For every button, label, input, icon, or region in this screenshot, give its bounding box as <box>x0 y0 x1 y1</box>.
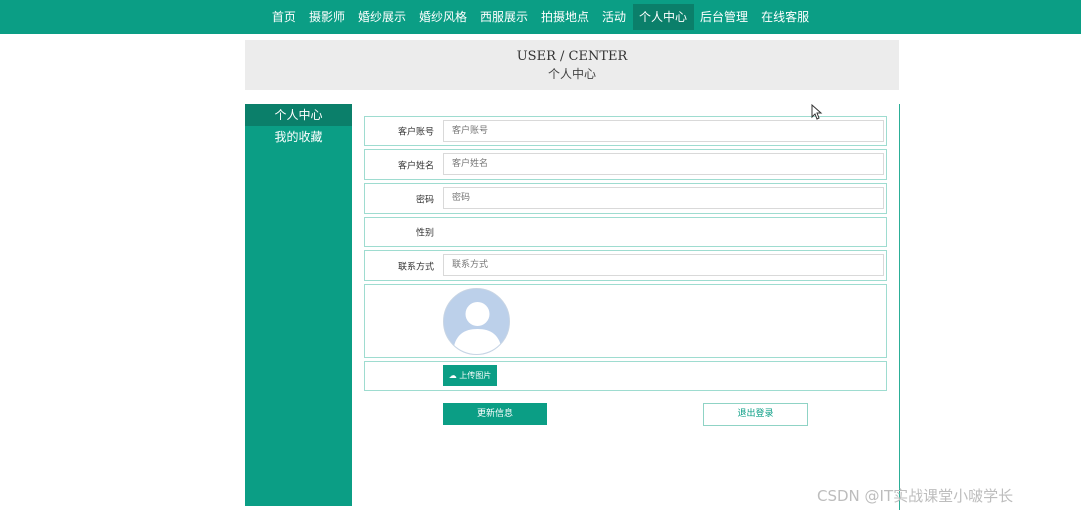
account-label: 客户账号 <box>397 127 434 138</box>
sidebar-item-favorites[interactable]: 我的收藏 <box>245 126 352 148</box>
contact-label: 联系方式 <box>397 262 434 272</box>
nav-item-home[interactable]: 首页 <box>265 4 302 30</box>
nav-item-online-service[interactable]: 在线客服 <box>755 4 816 30</box>
password-label: 密码 <box>415 195 434 205</box>
logout-button[interactable]: 退出登录 <box>703 403 808 426</box>
cloud-upload-icon: ☁ <box>448 371 457 380</box>
nav-item-admin[interactable]: 后台管理 <box>694 4 755 30</box>
upload-image-button[interactable]: ☁ 上传图片 <box>443 365 497 386</box>
user-avatar-icon[interactable] <box>443 288 510 355</box>
banner-title-en: USER / CENTER <box>516 49 628 64</box>
nav-item-user-center[interactable]: 个人中心 <box>632 4 694 30</box>
gender-label: 性别 <box>415 228 434 239</box>
page-banner: USER / CENTER 个人中心 <box>245 40 899 90</box>
nav-item-suit-display[interactable]: 西服展示 <box>473 4 534 30</box>
sidebar: 个人中心 我的收藏 <box>245 104 352 506</box>
upload-label: 上传图片 <box>459 371 492 380</box>
nav-item-dress-style[interactable]: 婚纱风格 <box>412 4 473 30</box>
nav-item-dress-display[interactable]: 婚纱展示 <box>351 4 412 30</box>
nav-item-activity[interactable]: 活动 <box>596 4 633 30</box>
nav-list: 首页 摄影师 婚纱展示 婚纱风格 西服展示 拍摄地点 活动 个人中心 后台管理 … <box>0 0 1081 34</box>
password-input[interactable] <box>443 187 884 209</box>
form-row-contact: 联系方式 <box>364 250 887 281</box>
sidebar-item-user-center[interactable]: 个人中心 <box>245 104 352 126</box>
nav-item-shooting-location[interactable]: 拍摄地点 <box>535 4 596 30</box>
contact-input[interactable] <box>443 254 884 276</box>
name-input[interactable] <box>443 153 884 175</box>
form-row-gender: 性别 <box>364 217 887 247</box>
banner-title-cn: 个人中心 <box>547 67 596 81</box>
form-row-upload: ☁ 上传图片 <box>364 361 887 391</box>
nav-item-photographer[interactable]: 摄影师 <box>302 4 351 30</box>
name-label: 客户姓名 <box>397 161 434 171</box>
form-row-avatar <box>364 284 887 358</box>
form-row-name: 客户姓名 <box>364 149 887 180</box>
form-row-account: 客户账号 <box>364 116 887 146</box>
watermark: CSDN @IT实战课堂小啵学长 <box>817 487 1014 505</box>
update-info-button[interactable]: 更新信息 <box>443 403 547 425</box>
top-navbar: 首页 摄影师 婚纱展示 婚纱风格 西服展示 拍摄地点 活动 个人中心 后台管理 … <box>0 0 1081 34</box>
content-divider <box>899 104 900 510</box>
mouse-pointer-icon <box>811 103 823 124</box>
form-row-password: 密码 <box>364 183 887 214</box>
